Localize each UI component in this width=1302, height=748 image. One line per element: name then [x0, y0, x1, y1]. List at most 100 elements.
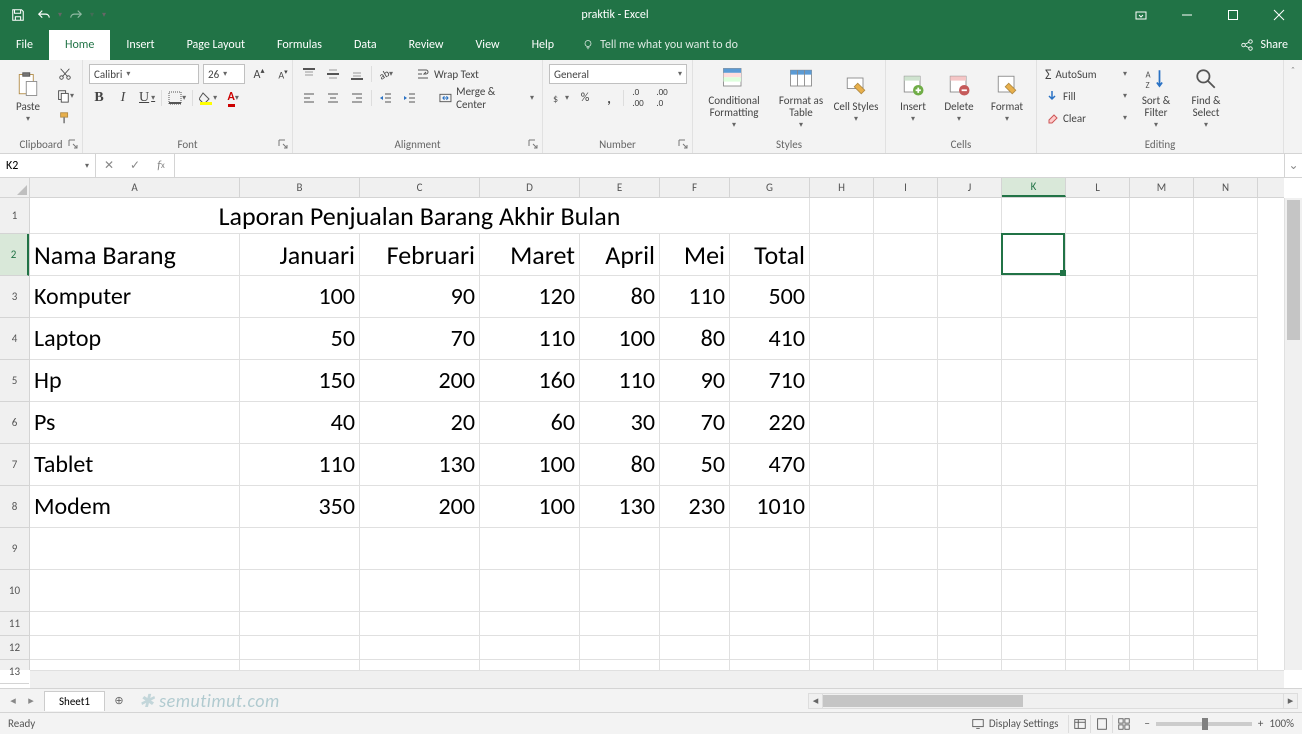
align-middle-button[interactable] — [323, 64, 343, 84]
cell[interactable] — [874, 198, 938, 234]
cell[interactable] — [1002, 318, 1066, 360]
cell[interactable]: Maret — [480, 234, 580, 276]
cell[interactable]: 150 — [240, 360, 360, 402]
cell[interactable]: Hp — [30, 360, 240, 402]
cell[interactable] — [874, 234, 938, 276]
cell[interactable]: 40 — [240, 402, 360, 444]
cell[interactable] — [1130, 402, 1194, 444]
cell[interactable]: 120 — [480, 276, 580, 318]
name-box[interactable]: ▾ — [0, 154, 96, 177]
cell[interactable] — [1002, 570, 1066, 612]
cell[interactable] — [660, 528, 730, 570]
increase-decimal-button[interactable]: .0.00 — [628, 88, 648, 108]
cell[interactable] — [1194, 636, 1258, 660]
zoom-out-button[interactable]: − — [1144, 717, 1149, 730]
ribbon-options-icon[interactable] — [1118, 0, 1164, 30]
vertical-scrollbar[interactable] — [1284, 198, 1302, 670]
cell[interactable] — [938, 198, 1002, 234]
increase-font-button[interactable]: A▴ — [249, 64, 269, 84]
cell[interactable] — [1002, 276, 1066, 318]
column-header-H[interactable]: H — [810, 178, 874, 197]
cell[interactable]: Ps — [30, 402, 240, 444]
cell[interactable] — [1130, 660, 1194, 670]
cell[interactable] — [1130, 360, 1194, 402]
cell[interactable] — [30, 636, 240, 660]
cell[interactable] — [1130, 198, 1194, 234]
column-header-M[interactable]: M — [1130, 178, 1194, 197]
cell[interactable] — [938, 486, 1002, 528]
align-bottom-button[interactable] — [347, 64, 367, 84]
percent-button[interactable]: % — [575, 88, 595, 108]
collapse-ribbon-button[interactable]: ˆ — [1284, 60, 1302, 153]
cell[interactable] — [1002, 198, 1066, 234]
cell[interactable] — [1194, 402, 1258, 444]
cell[interactable] — [660, 660, 730, 670]
redo-dropdown[interactable]: ▾ — [90, 10, 94, 20]
cell[interactable] — [480, 636, 580, 660]
normal-view-button[interactable] — [1068, 715, 1090, 733]
cell[interactable] — [1066, 234, 1130, 276]
cell[interactable] — [874, 318, 938, 360]
cell[interactable]: 50 — [660, 444, 730, 486]
expand-formula-bar[interactable]: ⌄ — [1284, 154, 1302, 177]
cell[interactable] — [1066, 486, 1130, 528]
cell[interactable] — [30, 612, 240, 636]
tab-file[interactable]: File — [0, 30, 49, 60]
cell[interactable] — [1130, 318, 1194, 360]
cell[interactable] — [360, 528, 480, 570]
underline-button[interactable]: U▾ — [137, 88, 157, 108]
insert-function-button[interactable]: fx — [148, 159, 174, 173]
cell[interactable] — [360, 570, 480, 612]
page-break-view-button[interactable] — [1112, 715, 1134, 733]
cell[interactable] — [1194, 276, 1258, 318]
cell[interactable] — [874, 402, 938, 444]
cell[interactable]: 60 — [480, 402, 580, 444]
cell[interactable] — [240, 528, 360, 570]
fill-button[interactable]: Fill▾ — [1043, 86, 1129, 106]
cell[interactable] — [938, 636, 1002, 660]
font-size-combo[interactable]: 26▾ — [203, 64, 245, 84]
number-format-combo[interactable]: General▾ — [549, 64, 687, 84]
cell[interactable] — [810, 234, 874, 276]
select-all-corner[interactable] — [0, 178, 30, 198]
qat-customize[interactable]: ▾ — [102, 10, 106, 20]
italic-button[interactable]: I — [113, 88, 133, 108]
formula-input[interactable] — [181, 159, 1278, 173]
cell[interactable] — [480, 612, 580, 636]
column-header-G[interactable]: G — [730, 178, 810, 197]
cell[interactable] — [1066, 402, 1130, 444]
cell[interactable] — [874, 612, 938, 636]
cell[interactable]: 70 — [660, 402, 730, 444]
cell[interactable]: 110 — [660, 276, 730, 318]
hscroll-right[interactable]: ▸ — [1283, 694, 1297, 708]
column-header-E[interactable]: E — [580, 178, 660, 197]
cell[interactable]: Februari — [360, 234, 480, 276]
cell[interactable] — [1002, 360, 1066, 402]
cell[interactable] — [1002, 444, 1066, 486]
cell[interactable]: Nama Barang — [30, 234, 240, 276]
cell[interactable]: 200 — [360, 360, 480, 402]
display-settings-button[interactable]: Display Settings — [971, 717, 1059, 731]
cell[interactable] — [1194, 660, 1258, 670]
column-header-L[interactable]: L — [1066, 178, 1130, 197]
row-header-10[interactable]: 10 — [0, 570, 29, 612]
cell[interactable] — [1194, 612, 1258, 636]
row-header-8[interactable]: 8 — [0, 486, 29, 528]
zoom-slider[interactable] — [1156, 722, 1252, 726]
cell[interactable]: Modem — [30, 486, 240, 528]
increase-indent-button[interactable] — [400, 88, 420, 108]
column-header-N[interactable]: N — [1194, 178, 1258, 197]
cell[interactable]: 100 — [240, 276, 360, 318]
row-header-9[interactable]: 9 — [0, 528, 29, 570]
tab-help[interactable]: Help — [516, 30, 571, 60]
find-select-button[interactable]: Find & Select▾ — [1183, 64, 1229, 130]
cell[interactable]: 160 — [480, 360, 580, 402]
cell[interactable]: 100 — [580, 318, 660, 360]
cell[interactable] — [938, 402, 1002, 444]
row-header-11[interactable]: 11 — [0, 612, 29, 636]
cancel-formula-button[interactable]: ✕ — [96, 158, 122, 173]
cell[interactable] — [1066, 570, 1130, 612]
cell[interactable] — [1194, 486, 1258, 528]
undo-icon[interactable] — [32, 3, 56, 27]
cell[interactable] — [1066, 528, 1130, 570]
